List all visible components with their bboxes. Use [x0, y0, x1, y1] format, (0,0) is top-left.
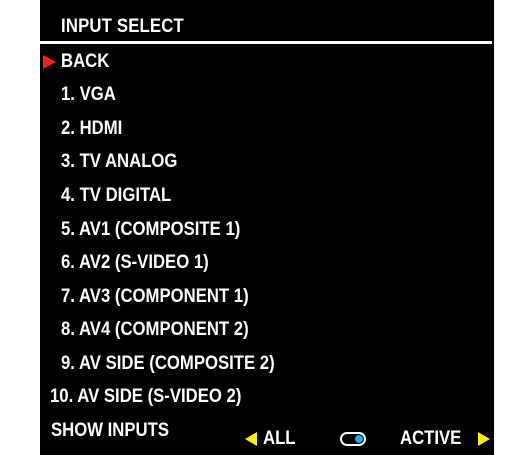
- toggle-switch-icon[interactable]: [340, 432, 366, 446]
- input-select-osd-menu: INPUT SELECT BACK 1. VGA 2. HDMI 3. TV A…: [40, 0, 494, 455]
- menu-item-label: 2. HDMI: [61, 118, 123, 139]
- menu-item-label: BACK: [61, 51, 110, 72]
- menu-item-label: 10. AV SIDE (S-VIDEO 2): [50, 386, 242, 407]
- menu-item-av3[interactable]: 7. AV3 (COMPONENT 1): [40, 283, 480, 311]
- cursor-pointer-icon: [43, 55, 56, 69]
- menu-item-label: 5. AV1 (COMPOSITE 1): [61, 219, 241, 240]
- left-arrow-icon[interactable]: [245, 432, 257, 446]
- toggle-knob: [355, 435, 363, 443]
- show-all-option[interactable]: ALL: [263, 426, 296, 452]
- menu-item-label: 8. AV4 (COMPONENT 2): [61, 319, 249, 340]
- menu-item-label: 4. TV DIGITAL: [61, 185, 172, 206]
- menu-item-av-side-s-video[interactable]: 10. AV SIDE (S-VIDEO 2): [40, 383, 480, 411]
- menu-item-tv-analog[interactable]: 3. TV ANALOG: [40, 148, 480, 176]
- menu-item-hdmi[interactable]: 2. HDMI: [40, 115, 480, 143]
- show-inputs-label: SHOW INPUTS: [51, 420, 169, 441]
- menu-item-vga[interactable]: 1. VGA: [40, 81, 480, 109]
- menu-item-label: 1. VGA: [61, 84, 116, 105]
- menu-item-label: 6. AV2 (S-VIDEO 1): [61, 252, 209, 273]
- show-active-option[interactable]: ACTIVE: [400, 426, 461, 452]
- menu-item-av1[interactable]: 5. AV1 (COMPOSITE 1): [40, 216, 480, 244]
- show-inputs-row: SHOW INPUTS ALL ACTIVE: [40, 418, 494, 449]
- menu-item-av-side-composite[interactable]: 9. AV SIDE (COMPOSITE 2): [40, 350, 480, 378]
- menu-item-back[interactable]: BACK: [40, 48, 480, 76]
- menu-item-tv-digital[interactable]: 4. TV DIGITAL: [40, 182, 480, 210]
- right-arrow-icon[interactable]: [478, 432, 490, 446]
- menu-item-label: 7. AV3 (COMPONENT 1): [61, 286, 249, 307]
- menu-item-av4[interactable]: 8. AV4 (COMPONENT 2): [40, 316, 480, 344]
- menu-item-av2[interactable]: 6. AV2 (S-VIDEO 1): [40, 249, 480, 277]
- title-divider: [40, 41, 492, 44]
- menu-title: INPUT SELECT: [61, 16, 184, 37]
- menu-item-label: 9. AV SIDE (COMPOSITE 2): [61, 353, 275, 374]
- menu-item-label: 3. TV ANALOG: [61, 151, 178, 172]
